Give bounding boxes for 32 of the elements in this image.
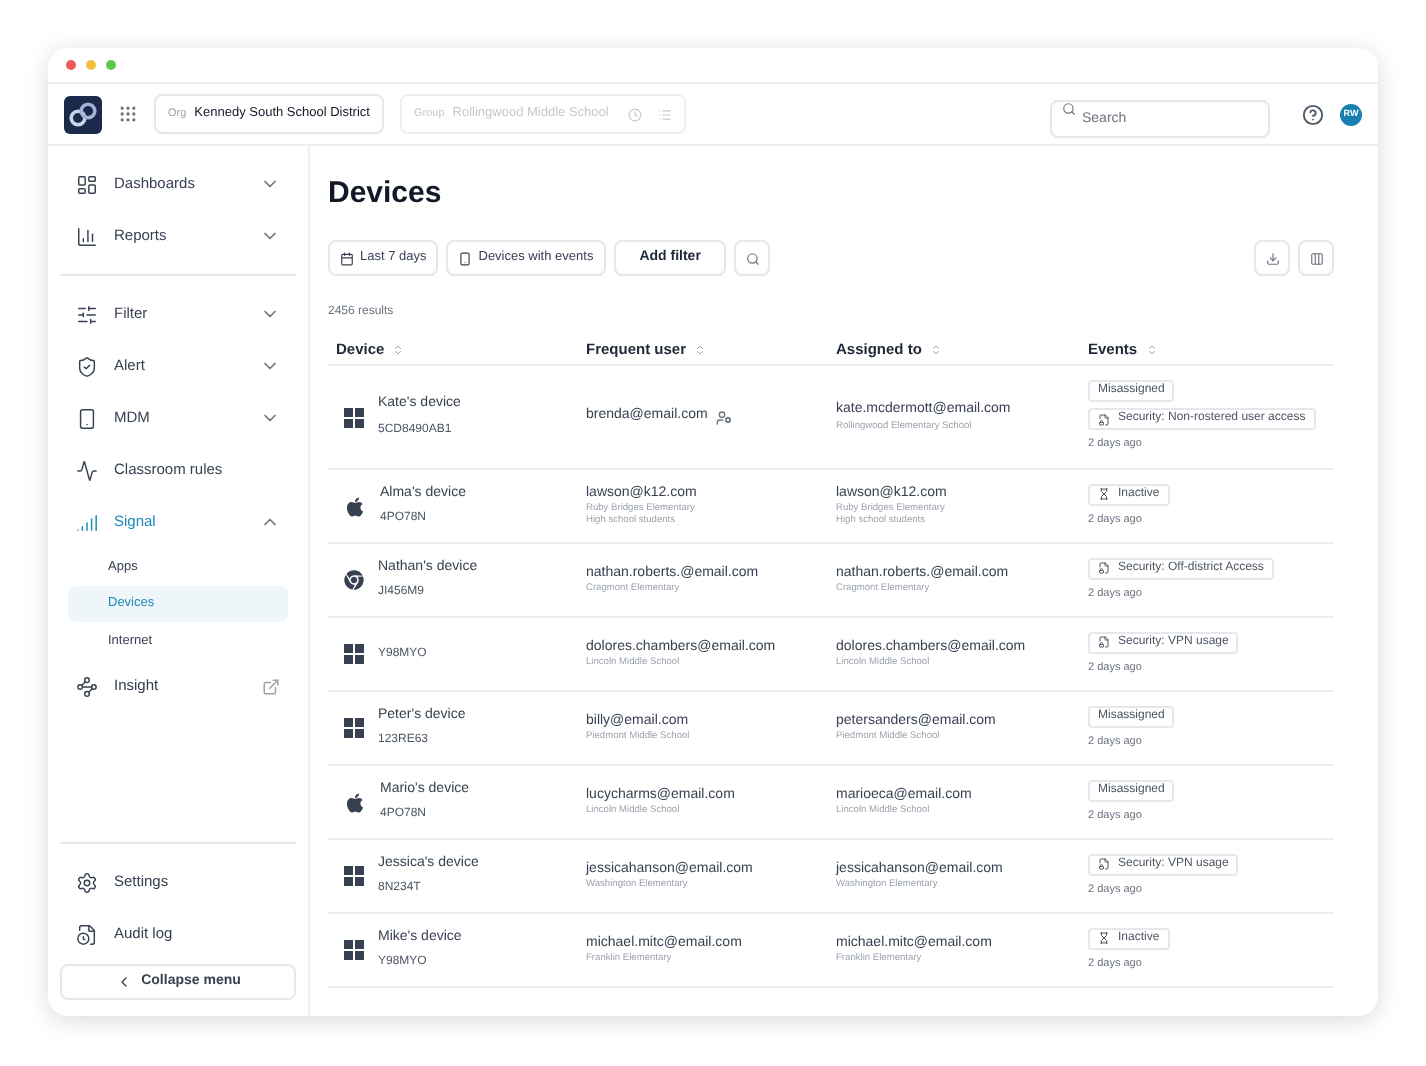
download-icon [1265,251,1279,265]
settings-icon [76,871,98,893]
list-icon [658,107,673,121]
dashboard-icon [76,173,98,195]
clock-icon [628,107,643,121]
page-title: Devices [328,178,444,208]
phone-icon [76,407,98,429]
file-lock-icon [1098,413,1110,426]
bar-chart-icon [76,225,98,247]
file-lock-icon [1098,562,1110,575]
calendar-icon [340,251,354,265]
download-button[interactable] [1254,240,1290,276]
sliders-icon [76,303,98,325]
search-icon [1062,102,1076,116]
search-icon [745,251,760,265]
hourglass-icon [1098,932,1110,945]
nodes-icon [76,675,98,697]
signal-icon [76,511,98,533]
external-link-icon [262,677,280,695]
columns-icon [1309,251,1323,265]
search-button[interactable] [734,240,771,276]
file-lock-icon [1098,636,1110,649]
file-lock-icon [1098,858,1110,871]
phone-icon [458,251,473,265]
pulse-icon [76,459,98,481]
hourglass-icon [1098,488,1110,501]
logo-icon [64,95,102,133]
file-clock-icon [76,923,98,945]
apps-grid-icon[interactable] [118,104,138,124]
columns-button[interactable] [1298,240,1334,276]
shield-icon [76,355,98,377]
help-icon[interactable] [1302,103,1324,125]
